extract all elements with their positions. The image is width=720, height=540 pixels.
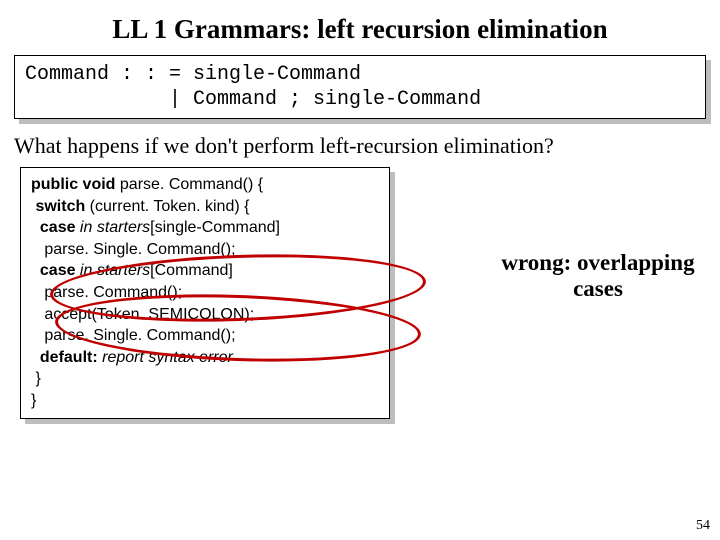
code-l7: accept(Token. SEMICOLON); — [31, 306, 254, 323]
annotation-line-1: wrong: overlapping — [501, 250, 694, 275]
code-box: public void parse. Command() { switch (c… — [20, 167, 390, 419]
it-in-starters-1: in starters — [75, 219, 150, 236]
code-l5c: [Command] — [150, 262, 233, 279]
code-l11: } — [31, 392, 36, 409]
code-text: public void parse. Command() { switch (c… — [31, 174, 379, 412]
kw-public-void: public void — [31, 176, 115, 193]
annotation-line-2: cases — [573, 276, 623, 301]
page-title: LL 1 Grammars: left recursion eliminatio… — [0, 0, 720, 55]
grammar-text: Command : : = single-Command | Command ;… — [25, 62, 695, 112]
code-l8: parse. Single. Command(); — [31, 327, 236, 344]
page-number: 54 — [696, 518, 710, 534]
code-l1b: parse. Command() { — [115, 176, 263, 193]
grammar-line-1: Command : : = single-Command — [25, 63, 361, 86]
it-in-starters-2: in starters — [75, 262, 150, 279]
grammar-box-inner: Command : : = single-Command | Command ;… — [14, 55, 706, 119]
code-l6: parse. Command(); — [31, 284, 182, 301]
grammar-line-2: | Command ; single-Command — [25, 88, 481, 111]
it-report: report syntax error — [98, 349, 233, 366]
annotation: wrong: overlapping cases — [488, 250, 708, 302]
code-l3c: [single-Command] — [150, 219, 280, 236]
kw-switch: switch — [31, 198, 85, 215]
grammar-box: Command : : = single-Command | Command ;… — [14, 55, 706, 119]
code-l4: parse. Single. Command(); — [31, 241, 236, 258]
code-l10: } — [31, 370, 41, 387]
code-l2b: (current. Token. kind) { — [85, 198, 249, 215]
code-box-inner: public void parse. Command() { switch (c… — [20, 167, 390, 419]
kw-default: default: — [31, 349, 98, 366]
kw-case-1: case — [31, 219, 75, 236]
kw-case-2: case — [31, 262, 75, 279]
question-text: What happens if we don't perform left-re… — [0, 119, 720, 167]
